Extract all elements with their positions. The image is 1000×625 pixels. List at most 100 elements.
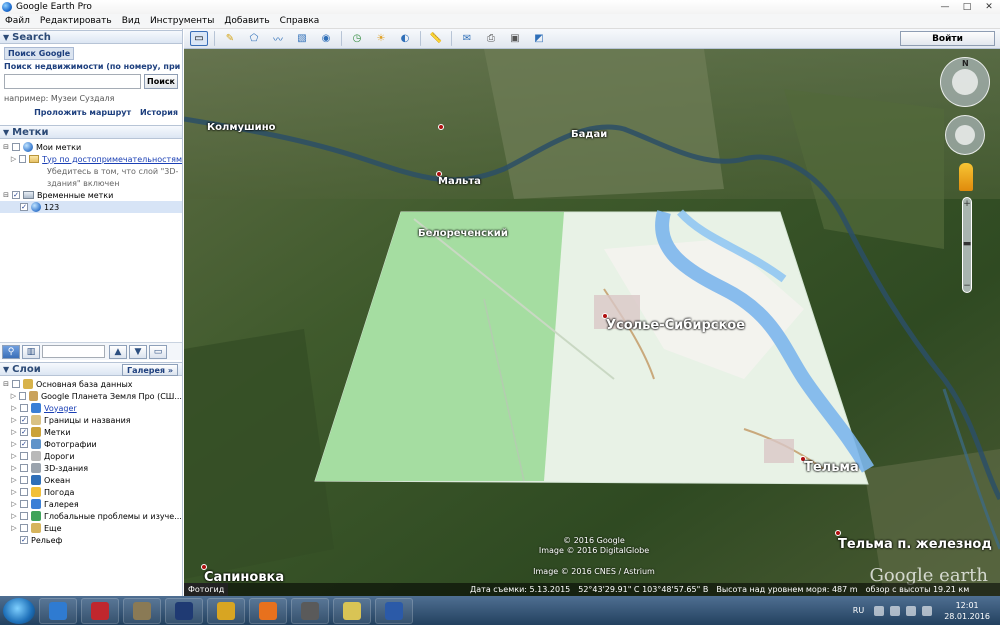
checkbox[interactable]: [20, 452, 28, 460]
expand-icon[interactable]: ▷: [10, 464, 18, 472]
menu-tools[interactable]: Инструменты: [145, 16, 219, 26]
tab-google-search[interactable]: Поиск Google: [4, 47, 75, 60]
language-indicator[interactable]: RU: [853, 606, 864, 615]
move-down-icon[interactable]: ▼: [129, 344, 147, 359]
network-icon[interactable]: [906, 605, 917, 616]
print-icon[interactable]: ⎙: [482, 31, 500, 46]
layer-item[interactable]: ▷ Дороги: [0, 450, 182, 462]
tray-icon[interactable]: [890, 605, 901, 616]
tree-item-my-places[interactable]: ⊟ Мои метки: [0, 141, 182, 153]
taskbar-app-filezilla[interactable]: [81, 597, 119, 624]
search-button[interactable]: Поиск: [144, 74, 178, 89]
place-label[interactable]: Колмушино: [207, 122, 275, 133]
collapse-icon[interactable]: ⊟: [2, 191, 10, 199]
checkbox[interactable]: [20, 512, 28, 520]
tree-item-temporary[interactable]: ⊟ ✓ Временные метки: [0, 189, 182, 201]
checkbox[interactable]: [20, 500, 28, 508]
street-view-pegman-icon[interactable]: [959, 163, 973, 191]
start-button-icon[interactable]: [3, 597, 35, 624]
tab-property-search[interactable]: Поиск недвижимости (по номеру, присвоен: [4, 62, 180, 71]
checkbox[interactable]: ✓: [12, 191, 20, 199]
zoom-slider[interactable]: + ▬ −: [962, 197, 972, 293]
look-compass[interactable]: N: [940, 57, 990, 107]
expand-icon[interactable]: ▷: [10, 512, 18, 520]
checkbox[interactable]: ✓: [20, 416, 28, 424]
expand-icon[interactable]: ▷: [10, 440, 18, 448]
search-panel-header[interactable]: ▼ Search: [0, 30, 182, 44]
save-image-icon[interactable]: ▣: [506, 31, 524, 46]
checkbox[interactable]: [18, 392, 27, 400]
gallery-button[interactable]: Галерея »: [121, 364, 178, 376]
checkbox[interactable]: [12, 143, 20, 151]
expand-icon[interactable]: ▷: [10, 488, 18, 496]
menu-add[interactable]: Добавить: [219, 16, 274, 26]
place-label[interactable]: Тельма п. железнод: [838, 537, 992, 552]
google-maps-icon[interactable]: ◩: [530, 31, 548, 46]
add-overlay-icon[interactable]: ▧: [293, 31, 311, 46]
layer-item[interactable]: ▷ Галерея: [0, 498, 182, 510]
layer-item[interactable]: ▷ Google Планета Земля Про (СШ...: [0, 390, 182, 402]
menu-view[interactable]: Вид: [117, 16, 145, 26]
tree-item-123[interactable]: ✓ 123: [0, 201, 182, 213]
expand-icon[interactable]: ▷: [10, 428, 18, 436]
volume-icon[interactable]: [922, 605, 933, 616]
split-view-icon[interactable]: ▥: [22, 344, 40, 359]
layer-item[interactable]: ▷ ✓ Границы и названия: [0, 414, 182, 426]
checkbox[interactable]: [20, 464, 28, 472]
email-icon[interactable]: ✉: [458, 31, 476, 46]
layer-item[interactable]: ▷ ✓ Метки: [0, 426, 182, 438]
checkbox[interactable]: ✓: [20, 440, 28, 448]
photo-guide-button[interactable]: Фотогид: [184, 583, 229, 596]
expand-icon[interactable]: ▷: [10, 500, 18, 508]
folder-menu-icon[interactable]: ▭: [149, 344, 167, 359]
taskbar-app-files[interactable]: [333, 597, 371, 624]
ruler-icon[interactable]: 📏: [427, 31, 445, 46]
place-pin[interactable]: [835, 530, 841, 536]
places-panel-header[interactable]: ▼ Метки: [0, 125, 182, 139]
directions-link[interactable]: Проложить маршрут: [34, 108, 131, 117]
map-view[interactable]: Колмушино Бадаи Мальта Белореченский Усо…: [184, 49, 1000, 596]
place-label[interactable]: Усолье-Сибирское: [606, 318, 745, 333]
collapse-icon[interactable]: ⊟: [2, 143, 10, 151]
add-polygon-icon[interactable]: ⬠: [245, 31, 263, 46]
expand-icon[interactable]: ▷: [10, 524, 18, 532]
maximize-button[interactable]: □: [956, 0, 978, 14]
taskbar-app-globe[interactable]: [123, 597, 161, 624]
expand-icon[interactable]: ▷: [10, 416, 18, 424]
clock[interactable]: 12:01 28.01.2016: [944, 600, 990, 622]
expand-icon[interactable]: ▷: [10, 452, 18, 460]
north-indicator[interactable]: N: [962, 59, 969, 68]
menu-help[interactable]: Справка: [275, 16, 325, 26]
add-placemark-icon[interactable]: ✎: [221, 31, 239, 46]
taskbar-app-firefox[interactable]: [249, 597, 287, 624]
zoom-out-icon[interactable]: −: [962, 282, 972, 292]
layer-item[interactable]: ✓ Рельеф: [0, 534, 182, 546]
layer-item[interactable]: ⊟ Основная база данных: [0, 378, 182, 390]
place-pin[interactable]: [438, 124, 444, 130]
tour-link[interactable]: Тур по достопримечательностям: [42, 155, 182, 164]
checkbox[interactable]: [20, 488, 28, 496]
place-label[interactable]: Тельма: [804, 460, 859, 475]
place-label[interactable]: Белореченский: [418, 228, 508, 239]
checkbox[interactable]: [20, 476, 28, 484]
taskbar-app-google-earth[interactable]: [39, 597, 77, 624]
layer-item[interactable]: ▷ Океан: [0, 474, 182, 486]
taskbar-app-photoshop[interactable]: [165, 597, 203, 624]
checkbox[interactable]: ✓: [20, 428, 28, 436]
add-path-icon[interactable]: 〰: [269, 31, 287, 46]
sunlight-icon[interactable]: ☀: [372, 31, 390, 46]
taskbar-app-tool[interactable]: [207, 597, 245, 624]
look-joystick-icon[interactable]: [952, 69, 978, 95]
layer-item[interactable]: ▷ Voyager: [0, 402, 182, 414]
layer-item[interactable]: ▷ Погода: [0, 486, 182, 498]
layer-item[interactable]: ▷ Глобальные проблемы и изуче...: [0, 510, 182, 522]
layer-item[interactable]: ▷ ✓ Фотографии: [0, 438, 182, 450]
expand-icon[interactable]: ▷: [10, 476, 18, 484]
zoom-handle-icon[interactable]: ▬: [962, 240, 972, 250]
record-tour-icon[interactable]: ◉: [317, 31, 335, 46]
sidebar-toggle-icon[interactable]: ▭: [190, 31, 208, 46]
planets-icon[interactable]: ◐: [396, 31, 414, 46]
checkbox[interactable]: ✓: [20, 203, 28, 211]
taskbar-app-word[interactable]: [375, 597, 413, 624]
expand-icon[interactable]: ▷: [10, 404, 18, 412]
